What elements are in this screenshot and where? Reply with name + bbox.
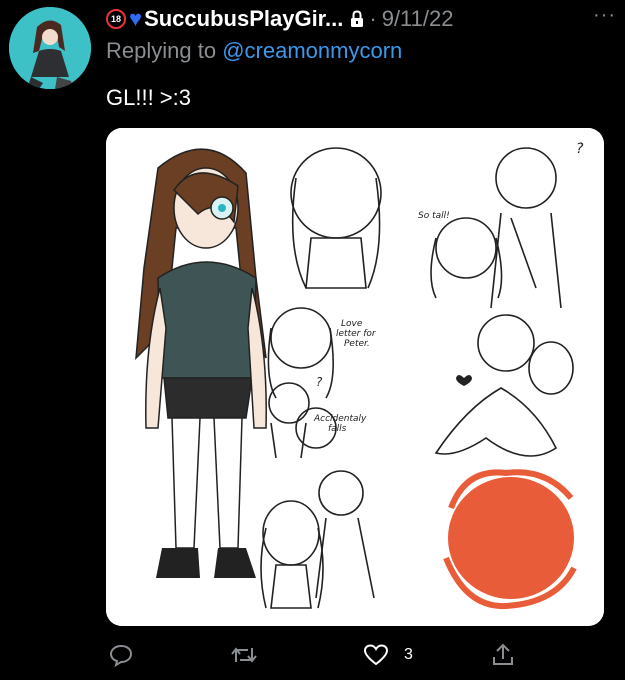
- share-button[interactable]: [490, 642, 516, 668]
- avatar[interactable]: [9, 7, 91, 89]
- tweet-text: GL!!! >:3: [106, 85, 191, 110]
- blue-heart-icon: ♥: [129, 6, 143, 31]
- retweet-button[interactable]: [230, 642, 258, 668]
- share-icon: [493, 643, 513, 665]
- tweet-date[interactable]: 9/11/22: [382, 6, 454, 32]
- reply-icon: [109, 644, 133, 668]
- replying-handle-link[interactable]: @creamonmycorn: [222, 38, 402, 63]
- tweet-media-image[interactable]: So tall! ? Love letter for Peter. ? Acci…: [106, 128, 604, 626]
- retweet-icon: [231, 647, 257, 663]
- character-sketch-artwork: So tall! ? Love letter for Peter. ? Acci…: [106, 128, 604, 626]
- like-button[interactable]: 3: [362, 642, 413, 668]
- age-restricted-badge: 18: [106, 9, 126, 29]
- lock-icon: [350, 10, 364, 28]
- replying-to: Replying to @creamonmycorn: [106, 38, 402, 64]
- reply-button[interactable]: [108, 642, 134, 668]
- separator-dot: ·: [369, 6, 377, 31]
- tweet-action-bar: 3: [106, 642, 604, 674]
- note-so-tall: So tall!: [418, 211, 450, 221]
- note-question-2: ?: [316, 375, 323, 389]
- note-question-1: ?: [576, 141, 584, 157]
- display-name[interactable]: SuccubusPlayGir...: [144, 6, 343, 32]
- more-options-icon[interactable]: ···: [593, 4, 616, 27]
- replying-prefix: Replying to: [106, 38, 217, 63]
- avatar-image: [9, 7, 91, 89]
- tweet-header: 18 ♥ SuccubusPlayGir... · 9/11/22 ···: [106, 4, 616, 34]
- like-count: 3: [404, 646, 413, 663]
- heart-icon: [363, 644, 389, 666]
